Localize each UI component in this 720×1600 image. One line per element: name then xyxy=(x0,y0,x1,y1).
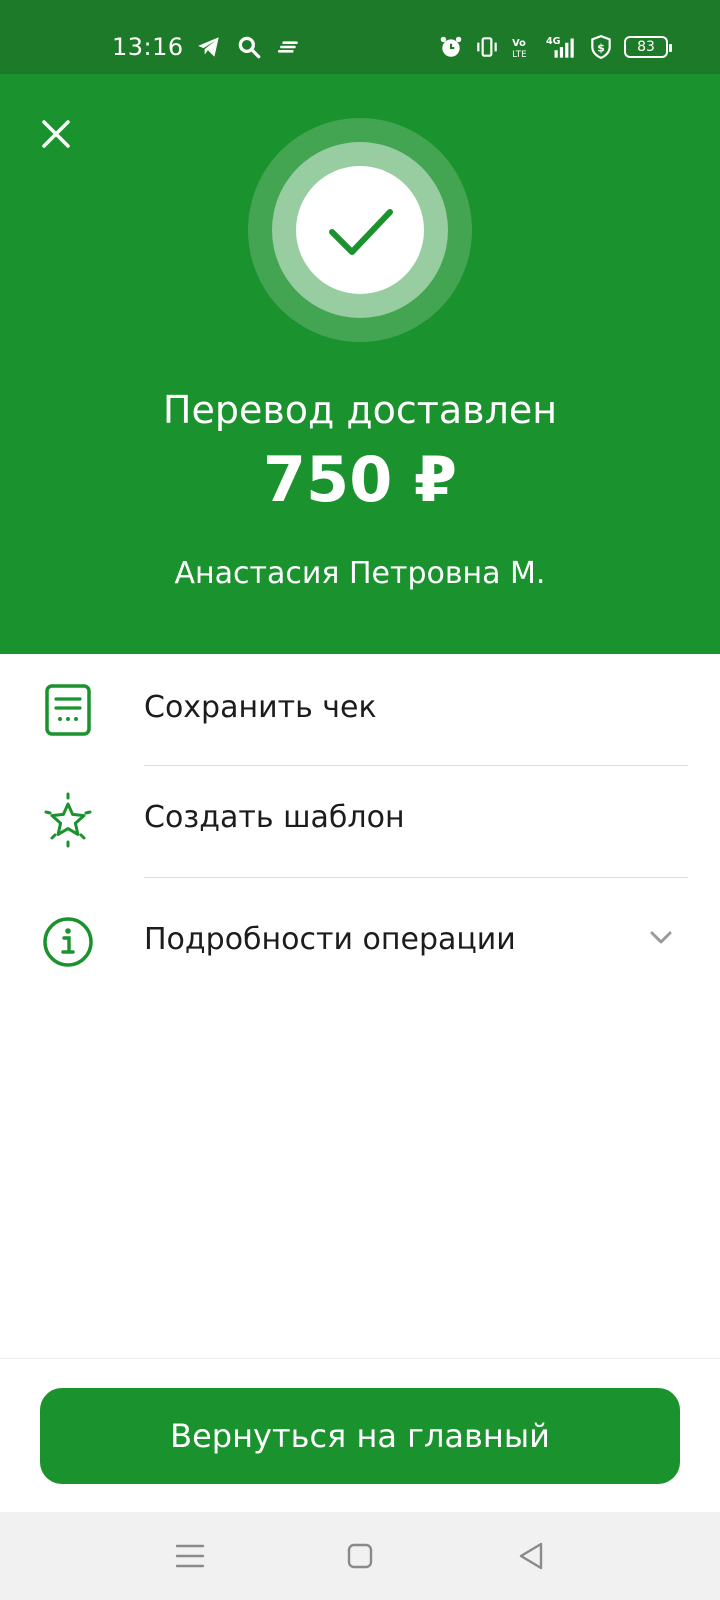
operation-details-row[interactable]: Подробности операции xyxy=(0,878,720,990)
search-icon xyxy=(238,36,261,59)
info-icon xyxy=(43,917,93,967)
shield-dollar-icon: $ xyxy=(591,35,611,59)
save-receipt-row[interactable]: Сохранить чек xyxy=(0,654,720,766)
return-home-button[interactable]: Вернуться на главный xyxy=(40,1388,680,1484)
operation-details-label: Подробности операции xyxy=(144,922,516,957)
chevron-down-icon[interactable] xyxy=(646,922,676,952)
success-check-icon xyxy=(248,118,472,342)
volte-icon: VoLTE xyxy=(512,38,526,60)
svg-text:LTE: LTE xyxy=(512,50,526,60)
footer-divider xyxy=(0,1358,720,1359)
home-icon[interactable] xyxy=(340,1536,380,1576)
system-nav-bar xyxy=(0,1512,720,1600)
alarm-icon xyxy=(440,36,462,57)
recipient-name: Анастасия Петровна М. xyxy=(174,556,546,591)
close-button[interactable] xyxy=(30,108,82,160)
create-template-label: Создать шаблон xyxy=(144,800,405,835)
notes-icon xyxy=(277,41,298,53)
battery-icon: 83 xyxy=(624,36,672,58)
actions-list: Сохранить чек Создать шаблон Подробности… xyxy=(0,654,720,990)
svg-text:$: $ xyxy=(597,41,605,54)
back-icon[interactable] xyxy=(512,1536,552,1576)
vibrate-icon xyxy=(477,37,497,57)
battery-level: 83 xyxy=(637,39,655,55)
receipt-icon xyxy=(45,684,91,736)
status-time: 13:16 xyxy=(112,33,184,61)
telegram-icon xyxy=(198,37,219,57)
menu-icon[interactable] xyxy=(170,1536,210,1576)
create-template-row[interactable]: Создать шаблон xyxy=(0,766,720,878)
signal-4g-icon: 4G xyxy=(546,36,574,58)
close-icon xyxy=(42,120,70,148)
star-sparkle-icon xyxy=(44,792,92,848)
success-title: Перевод доставлен xyxy=(162,388,558,432)
svg-text:4G: 4G xyxy=(546,36,561,47)
transfer-amount: 750 ₽ xyxy=(262,443,458,516)
save-receipt-label: Сохранить чек xyxy=(144,690,377,725)
svg-text:Vo: Vo xyxy=(512,38,526,49)
success-header: Перевод доставлен 750 ₽ Анастасия Петров… xyxy=(0,74,720,654)
status-bar: 13:16 Vo LTE 4G $ 83 xyxy=(0,0,720,74)
